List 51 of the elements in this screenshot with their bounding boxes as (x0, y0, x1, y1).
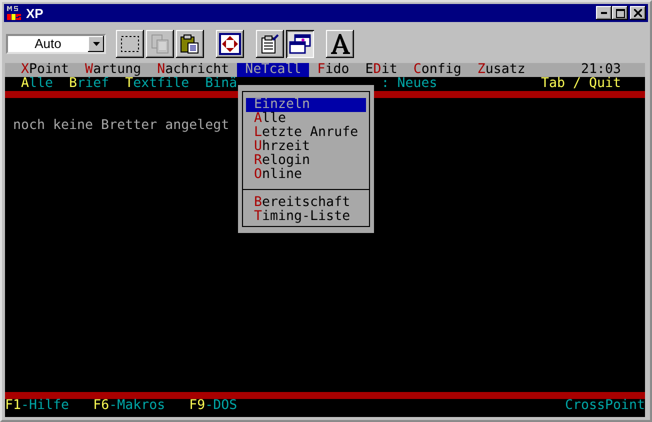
menu-item[interactable]: Wartung (85, 63, 142, 77)
background-tool-button[interactable] (286, 30, 314, 58)
paste-tool-button[interactable] (176, 30, 204, 58)
function-key-hint[interactable]: F9-DOS (189, 399, 238, 413)
menu-item[interactable]: Config (413, 63, 462, 77)
dropdown-arrow-icon (92, 42, 100, 46)
menu-item[interactable]: Zusatz (477, 63, 526, 77)
four-arrows-icon (219, 32, 241, 54)
font-size-dropdown[interactable]: Auto (6, 34, 106, 54)
menu-item[interactable]: EDit (365, 63, 398, 77)
properties-tool-button[interactable] (256, 30, 284, 58)
maximize-button[interactable] (612, 6, 628, 20)
function-key-hint[interactable]: F6-Makros (93, 399, 166, 413)
clipboard-icon (180, 34, 200, 54)
menu-option[interactable]: Uhrzeit (246, 140, 366, 154)
command-item[interactable]: : Neues (381, 77, 438, 91)
ms-dos-icon (6, 5, 22, 21)
status-message: noch keine Bretter angelegt (13, 119, 230, 133)
menu-option[interactable]: Alle (246, 112, 366, 126)
menu-option[interactable]: Bereitschaft (246, 196, 366, 210)
dashed-rectangle-icon (120, 34, 140, 52)
fullscreen-tool-button[interactable] (216, 30, 244, 58)
font-tool-button[interactable] (326, 30, 354, 58)
menu-option[interactable]: Timing-Liste (246, 210, 366, 224)
letter-icon (329, 32, 351, 54)
command-item[interactable]: Alle (21, 77, 54, 91)
minimize-button[interactable] (596, 6, 612, 20)
menu-item[interactable]: Fido (317, 63, 350, 77)
menu-option[interactable]: Relogin (246, 154, 366, 168)
close-icon (634, 9, 642, 17)
menu-option[interactable]: Letzte Anrufe (246, 126, 366, 140)
maximize-icon (616, 8, 624, 18)
minimize-icon (601, 12, 607, 14)
menu-item[interactable]: Nachricht (157, 63, 230, 77)
command-item[interactable]: B rief (69, 77, 110, 91)
command-item[interactable]: Binä (205, 77, 238, 91)
windows-icon (289, 34, 311, 54)
menu-option[interactable]: Online (246, 168, 366, 182)
menu-item[interactable]: NeTcall (237, 63, 310, 77)
window-title: XP (26, 6, 44, 20)
tab-quit-hint: Tab / Quit (540, 77, 621, 91)
notepad-icon (260, 34, 280, 54)
documents-icon (150, 34, 170, 54)
clock: 21:03 (580, 63, 621, 77)
command-item[interactable]: Textfile (125, 77, 190, 91)
function-key-hint[interactable]: F1-Hilfe (5, 399, 70, 413)
app-name: CrossPoint (564, 399, 645, 413)
menu-option[interactable]: Einzeln (246, 98, 366, 112)
close-button[interactable] (630, 6, 646, 20)
menu-item[interactable]: XPoint (21, 63, 70, 77)
select-tool-button[interactable] (116, 30, 144, 58)
